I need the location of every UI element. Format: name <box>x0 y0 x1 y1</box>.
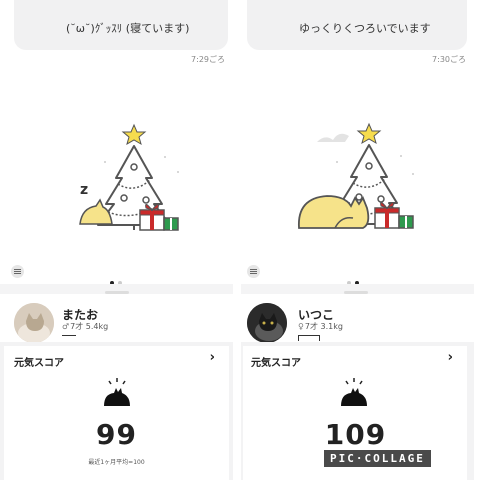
right-screen: ゆっくりくつろいでいます 7:30ごろ いつこ ♀7才 3.1kg 元気スコア … <box>241 0 474 480</box>
tree-star-icon <box>121 123 147 146</box>
cat-photo-icon <box>247 303 287 343</box>
sheet-handle[interactable] <box>105 291 129 294</box>
sex-icon: ♂ <box>62 322 70 331</box>
tree-star-icon <box>356 122 382 145</box>
sleep-z-icon: z <box>80 182 88 198</box>
profile-tab-partial <box>298 335 320 341</box>
cat-photo-icon <box>14 303 54 343</box>
pet-avatar[interactable] <box>247 303 287 343</box>
resting-cat-icon <box>298 195 370 229</box>
chevron-right-icon[interactable]: › <box>210 350 215 365</box>
status-message: ゆっくりくつろいでいます <box>299 22 431 35</box>
average-note: 最近1ヶ月平均=100 <box>88 459 145 466</box>
score-value: 99 <box>96 418 137 451</box>
christmas-tree-sleeping-cat-illustration: z <box>79 123 179 231</box>
collage-watermark: PIC·COLLAGE <box>324 450 431 467</box>
status-message-bubble: (˘ω˘)ｸﾞｯｽﾘ (寝ています) <box>14 0 228 50</box>
score-value: 109 <box>324 418 387 451</box>
status-message-bubble: ゆっくりくつろいでいます <box>247 0 467 50</box>
left-screen: (˘ω˘)ｸﾞｯｽﾘ (寝ています) 7:29ごろ z またお ♂7才 5.4k… <box>0 0 233 480</box>
menu-button[interactable] <box>11 265 24 278</box>
status-time: 7:29ごろ <box>191 55 225 64</box>
sheet-handle[interactable] <box>344 291 368 294</box>
sex-icon: ♀ <box>298 322 304 331</box>
resting-cat-icon <box>341 378 367 406</box>
menu-button[interactable] <box>247 265 260 278</box>
profile-tab-partial <box>62 335 76 341</box>
status-message: (˘ω˘)ｸﾞｯｽﾘ (寝ています) <box>66 22 190 35</box>
resting-cat-icon <box>104 378 130 406</box>
score-title: 元気スコア <box>251 358 301 369</box>
score-title: 元気スコア <box>14 358 64 369</box>
vitality-score-card[interactable]: 元気スコア › 99 最近1ヶ月平均=100 <box>4 346 229 480</box>
chevron-right-icon[interactable]: › <box>448 350 453 365</box>
pet-avatar[interactable] <box>14 303 54 343</box>
status-time: 7:30ごろ <box>432 55 466 64</box>
sleigh-icon <box>317 133 349 142</box>
pet-meta: ♀7才 3.1kg <box>298 322 343 331</box>
christmas-tree-resting-cat-illustration <box>298 122 414 229</box>
pet-meta: ♂7才 5.4kg <box>62 322 109 331</box>
